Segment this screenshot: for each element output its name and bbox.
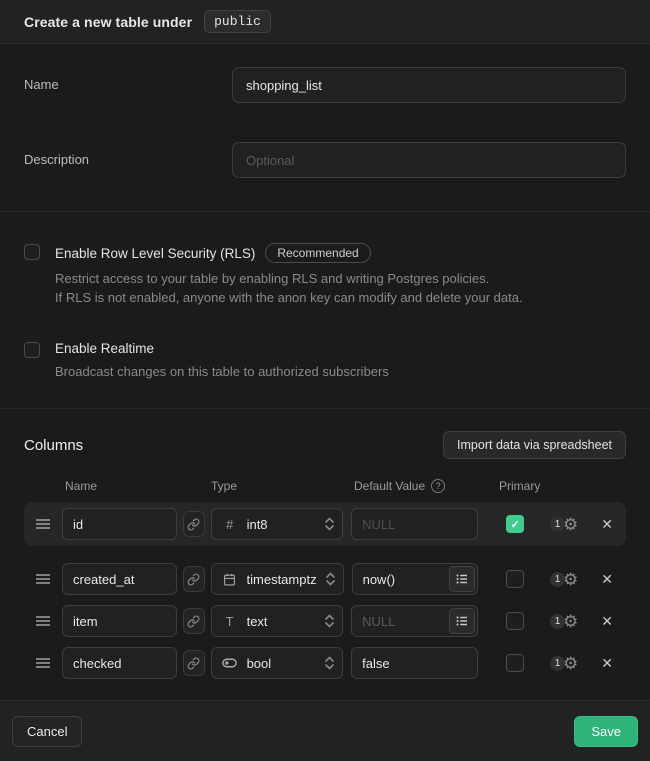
schema-badge: public xyxy=(204,10,271,33)
default-value-input xyxy=(351,508,478,540)
remove-column-button[interactable]: ✕ xyxy=(601,613,613,630)
table-name-input[interactable] xyxy=(232,67,626,103)
column-name-input[interactable] xyxy=(62,563,177,595)
chevron-updown-icon xyxy=(326,572,335,586)
drag-handle-icon[interactable] xyxy=(36,615,50,627)
table-info-section: Name Description xyxy=(0,44,650,212)
primary-checkbox[interactable] xyxy=(506,570,524,588)
column-settings-button[interactable]: 1 ⚙ xyxy=(550,613,578,630)
import-spreadsheet-button[interactable]: Import data via spreadsheet xyxy=(443,431,626,459)
settings-count-badge: 1 xyxy=(550,572,565,587)
foreign-key-link-button[interactable] xyxy=(183,511,205,537)
create-table-panel: Create a new table under public Name Des… xyxy=(0,0,650,761)
primary-checkbox[interactable] xyxy=(506,654,524,672)
panel-header: Create a new table under public xyxy=(0,0,650,44)
column-name-input[interactable] xyxy=(62,647,177,679)
settings-count-badge: 1 xyxy=(550,517,565,532)
column-name-input[interactable] xyxy=(62,605,177,637)
column-type-select[interactable]: # int8 xyxy=(211,508,344,540)
settings-count-badge: 1 xyxy=(550,656,565,671)
remove-column-button[interactable]: ✕ xyxy=(601,571,613,588)
foreign-key-link-button[interactable] xyxy=(183,566,205,592)
remove-column-button[interactable]: ✕ xyxy=(601,516,613,533)
gear-icon: ⚙ xyxy=(563,516,578,533)
header-default-value: Default Value ? xyxy=(354,479,499,493)
default-value-menu-button[interactable] xyxy=(449,566,475,592)
gear-icon: ⚙ xyxy=(563,655,578,672)
chevron-updown-icon xyxy=(325,517,334,531)
foreign-key-link-button[interactable] xyxy=(183,608,205,634)
column-row-item: T text 1 ⚙ ✕ xyxy=(24,600,626,642)
save-button[interactable]: Save xyxy=(574,716,638,747)
panel-title: Create a new table under xyxy=(24,14,192,30)
rls-description: Restrict access to your table by enablin… xyxy=(55,269,523,307)
panel-footer: Cancel Save xyxy=(0,700,650,761)
drag-handle-icon[interactable] xyxy=(36,518,50,530)
header-primary: Primary xyxy=(499,479,540,493)
column-settings-button[interactable]: 1 ⚙ xyxy=(550,516,578,533)
header-type: Type xyxy=(211,479,354,493)
table-options-section: Enable Row Level Security (RLS) Recommen… xyxy=(0,212,650,409)
column-settings-button[interactable]: 1 ⚙ xyxy=(550,655,578,672)
gear-icon: ⚙ xyxy=(563,613,578,630)
column-row-created-at: timestamptz 1 ⚙ ✕ xyxy=(24,558,626,600)
default-value-input[interactable] xyxy=(351,647,478,679)
primary-checkbox[interactable] xyxy=(506,612,524,630)
column-type-select[interactable]: bool xyxy=(211,647,344,679)
drag-handle-icon[interactable] xyxy=(36,573,50,585)
cancel-button[interactable]: Cancel xyxy=(12,716,82,747)
column-type-select[interactable]: T text xyxy=(211,605,344,637)
drag-handle-icon[interactable] xyxy=(36,657,50,669)
help-icon[interactable]: ? xyxy=(431,479,445,493)
default-value-menu-button[interactable] xyxy=(449,608,475,634)
recommended-badge: Recommended xyxy=(265,243,370,263)
realtime-label: Enable Realtime xyxy=(55,341,154,356)
column-row-checked: bool 1 ⚙ ✕ xyxy=(24,642,626,684)
calendar-icon xyxy=(222,573,238,586)
text-icon: T xyxy=(222,614,238,629)
realtime-checkbox[interactable] xyxy=(24,342,40,358)
rls-toggle-row: Enable Row Level Security (RLS) Recommen… xyxy=(24,243,626,307)
description-label: Description xyxy=(24,142,232,178)
foreign-key-link-button[interactable] xyxy=(183,650,205,676)
gear-icon: ⚙ xyxy=(563,571,578,588)
column-settings-button[interactable]: 1 ⚙ xyxy=(550,571,578,588)
chevron-updown-icon xyxy=(325,656,334,670)
column-name-input[interactable] xyxy=(62,508,177,540)
column-type-select[interactable]: timestamptz xyxy=(211,563,344,595)
rls-checkbox[interactable] xyxy=(24,244,40,260)
columns-section: Columns Import data via spreadsheet Name… xyxy=(0,409,650,684)
remove-column-button[interactable]: ✕ xyxy=(601,655,613,672)
column-row-id: # int8 ✓ 1 ⚙ ✕ xyxy=(24,502,626,546)
table-description-input[interactable] xyxy=(232,142,626,178)
header-name: Name xyxy=(65,479,211,493)
chevron-updown-icon xyxy=(325,614,334,628)
realtime-toggle-row: Enable Realtime Broadcast changes on thi… xyxy=(24,341,626,381)
columns-grid-header: Name Type Default Value ? Primary xyxy=(24,479,626,493)
toggle-icon xyxy=(222,658,238,668)
realtime-description: Broadcast changes on this table to autho… xyxy=(55,362,389,381)
name-label: Name xyxy=(24,67,232,103)
settings-count-badge: 1 xyxy=(550,614,565,629)
columns-title: Columns xyxy=(24,437,83,454)
rls-label: Enable Row Level Security (RLS) xyxy=(55,246,255,261)
hash-icon: # xyxy=(222,517,238,532)
primary-checkbox[interactable]: ✓ xyxy=(506,515,524,533)
